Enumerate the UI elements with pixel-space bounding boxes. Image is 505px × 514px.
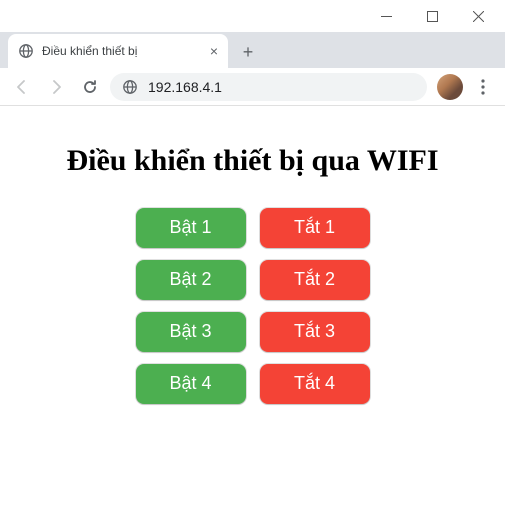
address-text: 192.168.4.1 <box>148 79 222 95</box>
device-4-on-button[interactable]: Bật 4 <box>136 364 246 404</box>
page-content: Điều khiển thiết bị qua WIFI Bật 1 Tắt 1… <box>0 106 505 404</box>
kebab-menu-icon[interactable] <box>469 79 497 95</box>
device-1-on-button[interactable]: Bật 1 <box>136 208 246 248</box>
new-tab-button[interactable]: + <box>234 38 262 66</box>
back-icon[interactable] <box>8 73 36 101</box>
forward-icon[interactable] <box>42 73 70 101</box>
tab-close-icon[interactable]: × <box>210 43 218 59</box>
minimize-icon[interactable] <box>363 0 409 32</box>
device-3-on-button[interactable]: Bật 3 <box>136 312 246 352</box>
page-title: Điều khiển thiết bị qua WIFI <box>20 142 485 180</box>
device-2-off-button[interactable]: Tắt 2 <box>260 260 370 300</box>
browser-tab[interactable]: Điều khiển thiết bị × <box>8 34 228 68</box>
avatar[interactable] <box>437 74 463 100</box>
device-3-off-button[interactable]: Tắt 3 <box>260 312 370 352</box>
address-bar[interactable]: 192.168.4.1 <box>110 73 427 101</box>
window-controls <box>0 0 505 32</box>
device-4-off-button[interactable]: Tắt 4 <box>260 364 370 404</box>
browser-toolbar: 192.168.4.1 <box>0 68 505 106</box>
button-grid: Bật 1 Tắt 1 Bật 2 Tắt 2 Bật 3 Tắt 3 Bật … <box>20 208 485 404</box>
tab-title: Điều khiển thiết bị <box>42 44 202 58</box>
device-1-off-button[interactable]: Tắt 1 <box>260 208 370 248</box>
device-2-on-button[interactable]: Bật 2 <box>136 260 246 300</box>
tab-strip: Điều khiển thiết bị × + <box>0 32 505 68</box>
maximize-icon[interactable] <box>409 0 455 32</box>
reload-icon[interactable] <box>76 73 104 101</box>
site-info-icon[interactable] <box>122 79 138 95</box>
close-window-icon[interactable] <box>455 0 501 32</box>
globe-icon <box>18 43 34 59</box>
